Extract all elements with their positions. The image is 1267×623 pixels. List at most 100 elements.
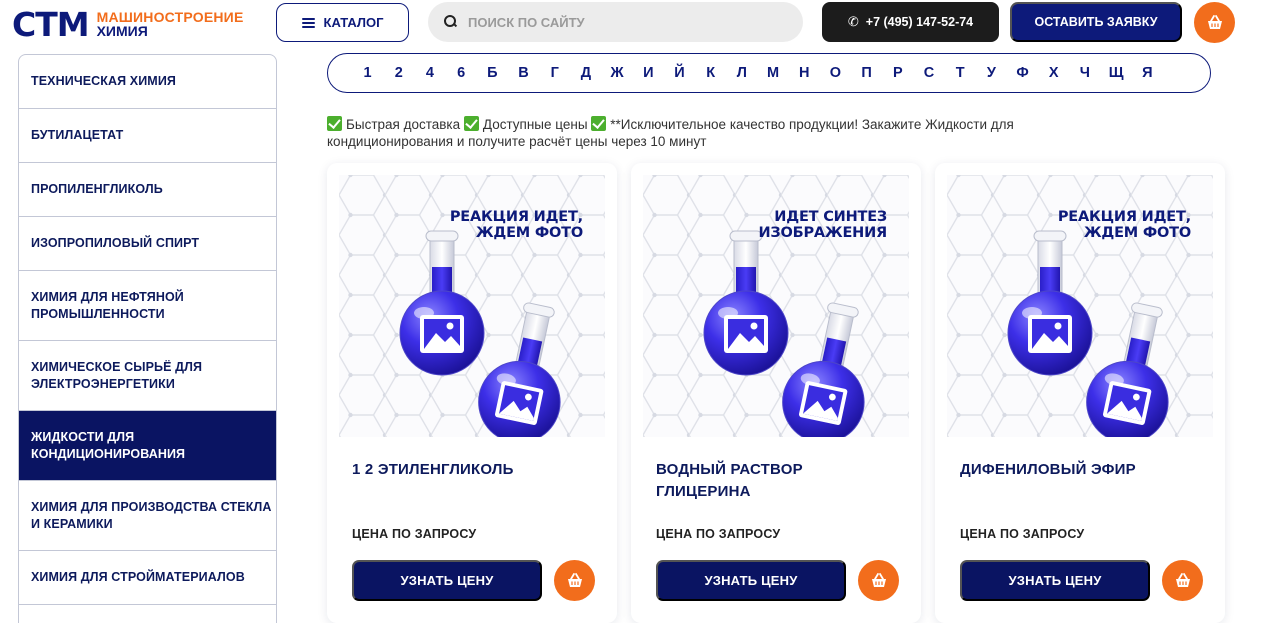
sidebar-item-glass-ceramics[interactable]: ХИМИЯ ДЛЯ ПРОИЗВОДСТВА СТЕКЛА И КЕРАМИКИ (19, 481, 276, 551)
header-cart-button[interactable] (1194, 2, 1235, 43)
sidebar-item-label: ЖИДКОСТИ ДЛЯ КОНДИЦИОНИРОВАНИЯ (31, 429, 186, 461)
alphabet-letter[interactable]: 6 (446, 65, 477, 81)
get-price-button[interactable]: УЗНАТЬ ЦЕНУ (960, 560, 1150, 601)
alphabet-letter[interactable]: С (913, 65, 944, 81)
search-input[interactable] (468, 14, 788, 30)
image-status-badge: РЕАКЦИЯ ИДЕТ, ЖДЕМ ФОТО (450, 209, 583, 241)
image-status-badge: ИДЕТ СИНТЕЗ ИЗОБРАЖЕНИЯ (758, 209, 887, 241)
search-bar[interactable] (428, 2, 803, 42)
product-card[interactable]: РЕАКЦИЯ ИДЕТ, ЖДЕМ ФОТО ДИФЕНИЛОВЫЙ ЭФИР… (935, 163, 1225, 623)
sidebar-item-power-engineering[interactable]: ХИМИЧЕСКОЕ СЫРЬЁ ДЛЯ ЭЛЕКТРОЭНЕРГЕТИКИ (19, 341, 276, 411)
add-to-cart-button[interactable] (554, 560, 595, 601)
get-price-button[interactable]: УЗНАТЬ ЦЕНУ (352, 560, 542, 601)
badge-line2: ИЗОБРАЖЕНИЯ (758, 225, 887, 241)
basket-icon (1206, 14, 1223, 30)
alphabet-letter[interactable]: Д (570, 65, 601, 81)
sidebar-item-label: ТЕХНИЧЕСКАЯ ХИМИЯ (31, 74, 176, 88)
alphabet-letter[interactable]: Л (726, 65, 757, 81)
phone-button[interactable]: ✆ +7 (495) 147-52-74 (822, 2, 999, 42)
check-icon (463, 116, 479, 131)
leave-request-button[interactable]: ОСТАВИТЬ ЗАЯВКУ (1010, 2, 1182, 42)
sidebar-item-label: ХИМИЯ ДЛЯ СТРОЙМАТЕРИАЛОВ (31, 570, 245, 584)
sidebar-item-label: ХИМИЧЕСКОЕ СЫРЬЁ ДЛЯ ЭЛЕКТРОЭНЕРГЕТИКИ (31, 359, 203, 391)
category-sidebar: ТЕХНИЧЕСКАЯ ХИМИЯ БУТИЛАЦЕТАТ ПРОПИЛЕНГЛ… (18, 54, 277, 623)
sidebar-item-label: ХИМИЯ ДЛЯ НЕФТЯНОЙ ПРОМЫШЛЕННОСТИ (31, 289, 184, 321)
basket-icon (566, 572, 583, 588)
alphabet-letter[interactable]: Ф (1007, 65, 1038, 81)
badge-line2: ЖДЕМ ФОТО (475, 225, 583, 241)
phone-icon: ✆ (847, 14, 859, 30)
product-title[interactable]: ДИФЕНИЛОВЫЙ ЭФИР (960, 459, 1200, 481)
alphabet-letter[interactable]: В (508, 65, 539, 81)
product-price: ЦЕНА ПО ЗАПРОСУ (352, 527, 477, 541)
add-to-cart-button[interactable] (858, 560, 899, 601)
alphabet-letter[interactable]: М (757, 65, 788, 81)
product-card[interactable]: РЕАКЦИЯ ИДЕТ, ЖДЕМ ФОТО 1 2 ЭТИЛЕНГЛИКОЛ… (327, 163, 617, 623)
sidebar-item-technical-chemistry[interactable]: ТЕХНИЧЕСКАЯ ХИМИЯ (19, 55, 276, 109)
phone-number: +7 (495) 147-52-74 (865, 15, 974, 29)
sidebar-item-label: ХИМИЯ ДЛЯ ПРОИЗВОДСТВА СТЕКЛА И КЕРАМИКИ (31, 499, 272, 531)
badge-line1: ИДЕТ СИНТЕЗ (774, 209, 887, 225)
image-status-badge: РЕАКЦИЯ ИДЕТ, ЖДЕМ ФОТО (1058, 209, 1191, 241)
basket-icon (870, 572, 887, 588)
product-image-placeholder[interactable]: РЕАКЦИЯ ИДЕТ, ЖДЕМ ФОТО (947, 175, 1213, 437)
product-image-placeholder[interactable]: РЕАКЦИЯ ИДЕТ, ЖДЕМ ФОТО (339, 175, 605, 437)
alphabet-letter[interactable]: Ж (602, 65, 633, 81)
alphabet-letter[interactable]: У (976, 65, 1007, 81)
catalog-button-label: КАТАЛОГ (323, 15, 384, 30)
product-price: ЦЕНА ПО ЗАПРОСУ (656, 527, 781, 541)
search-icon[interactable] (444, 15, 458, 29)
sidebar-item-label: ПРОПИЛЕНГЛИКОЛЬ (31, 182, 163, 196)
alphabet-letter[interactable]: 1 (352, 65, 383, 81)
badge-line1: РЕАКЦИЯ ИДЕТ, (449, 209, 583, 225)
sidebar-item-building-materials[interactable]: ХИМИЯ ДЛЯ СТРОЙМАТЕРИАЛОВ (19, 551, 276, 605)
catalog-button[interactable]: КАТАЛОГ (276, 3, 409, 42)
badge-line2: ЖДЕМ ФОТО (1083, 225, 1191, 241)
site-logo[interactable]: СТМ МАШИНОСТРОЕНИЕ ХИМИЯ (12, 4, 244, 44)
logo-tagline: МАШИНОСТРОЕНИЕ ХИМИЯ (97, 10, 244, 38)
basket-icon (1174, 572, 1191, 588)
alphabet-letter[interactable]: О (820, 65, 851, 81)
menu-icon (301, 17, 315, 28)
product-price: ЦЕНА ПО ЗАПРОСУ (960, 527, 1085, 541)
alphabet-letter[interactable]: Ч (1069, 65, 1100, 81)
alphabet-letter[interactable]: Н (789, 65, 820, 81)
sidebar-item-propylene-glycol[interactable]: ПРОПИЛЕНГЛИКОЛЬ (19, 163, 276, 217)
logo-tagline-line2: ХИМИЯ (96, 23, 148, 39)
get-price-button[interactable]: УЗНАТЬ ЦЕНУ (656, 560, 846, 601)
badge-line1: РЕАКЦИЯ ИДЕТ, (1057, 209, 1191, 225)
promo-fast-delivery: Быстрая доставка (346, 117, 461, 132)
alphabet-letter[interactable]: 4 (414, 65, 445, 81)
alphabet-letter[interactable]: П (851, 65, 882, 81)
alphabet-letter[interactable]: Щ (1101, 65, 1132, 81)
alphabet-letter[interactable]: Х (1038, 65, 1069, 81)
alphabet-letter[interactable]: И (633, 65, 664, 81)
promo-text: Быстрая доставка Доступные цены **Исключ… (327, 116, 1117, 150)
alphabet-letter[interactable]: Й (664, 65, 695, 81)
sidebar-item-oil-industry[interactable]: ХИМИЯ ДЛЯ НЕФТЯНОЙ ПРОМЫШЛЕННОСТИ (19, 271, 276, 341)
product-title[interactable]: ВОДНЫЙ РАСТВОР ГЛИЦЕРИНА (656, 459, 896, 503)
add-to-cart-button[interactable] (1162, 560, 1203, 601)
sidebar-item-isopropyl-alcohol[interactable]: ИЗОПРОПИЛОВЫЙ СПИРТ (19, 217, 276, 271)
alphabet-letter[interactable]: Я (1132, 65, 1163, 81)
sidebar-item-butyl-acetate[interactable]: БУТИЛАЦЕТАТ (19, 109, 276, 163)
alphabet-letter[interactable]: 2 (383, 65, 414, 81)
logo-mark: СТМ (12, 4, 90, 44)
check-icon (327, 116, 342, 131)
site-header: СТМ МАШИНОСТРОЕНИЕ ХИМИЯ КАТАЛОГ ✆ +7 (4… (0, 0, 1267, 52)
sidebar-item-air-conditioning-fluids[interactable]: ЖИДКОСТИ ДЛЯ КОНДИЦИОНИРОВАНИЯ (19, 411, 276, 481)
alphabet-letter[interactable]: Б (477, 65, 508, 81)
alphabet-letter[interactable]: Г (539, 65, 570, 81)
sidebar-item-label: ИЗОПРОПИЛОВЫЙ СПИРТ (31, 236, 200, 250)
alphabet-filter: 1 2 4 6 Б В Г Д Ж И Й К Л М Н О П Р С Т … (327, 53, 1211, 93)
alphabet-letter[interactable]: Р (882, 65, 913, 81)
product-title[interactable]: 1 2 ЭТИЛЕНГЛИКОЛЬ (352, 459, 592, 481)
product-card[interactable]: ИДЕТ СИНТЕЗ ИЗОБРАЖЕНИЯ ВОДНЫЙ РАСТВОР Г… (631, 163, 921, 623)
sidebar-item-label: БУТИЛАЦЕТАТ (31, 128, 124, 142)
alphabet-letter[interactable]: К (695, 65, 726, 81)
product-image-placeholder[interactable]: ИДЕТ СИНТЕЗ ИЗОБРАЖЕНИЯ (643, 175, 909, 437)
logo-tagline-line1: МАШИНОСТРОЕНИЕ (96, 9, 244, 25)
alphabet-letter[interactable]: Т (945, 65, 976, 81)
promo-affordable-prices: Доступные цены (482, 117, 588, 132)
check-icon (591, 116, 607, 131)
